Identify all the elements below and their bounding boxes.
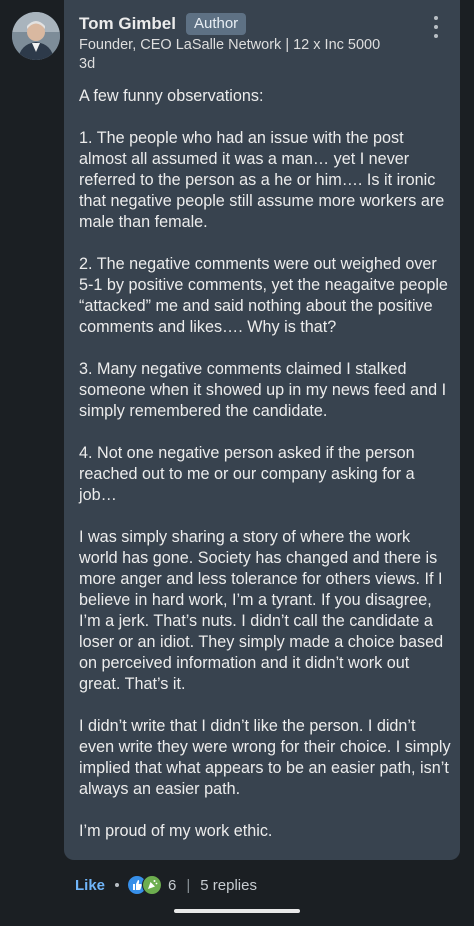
more-vertical-icon[interactable] <box>428 16 444 38</box>
avatar[interactable] <box>12 12 60 60</box>
comment-paragraph: 2. The negative comments were out weighe… <box>79 255 448 336</box>
comment-card: Tom Gimbel Author Founder, CEO LaSalle N… <box>64 0 460 860</box>
reaction-count: 6 <box>168 876 177 894</box>
author-name[interactable]: Tom Gimbel <box>79 14 176 34</box>
comment-paragraph: 3. Many negative comments claimed I stal… <box>79 360 447 420</box>
comment-screen: Tom Gimbel Author Founder, CEO LaSalle N… <box>0 0 474 926</box>
home-indicator[interactable] <box>174 909 300 913</box>
like-button[interactable]: Like <box>75 877 105 894</box>
comment-body: A few funny observations: 1. The people … <box>79 86 451 863</box>
author-headline: Founder, CEO LaSalle Network | 12 x Inc … <box>79 37 381 53</box>
comment-paragraph: I was simply sharing a story of where th… <box>79 528 444 693</box>
action-separator: | <box>186 876 191 894</box>
dot-separator <box>115 883 120 887</box>
comment-paragraph: 4. Not one negative person asked if the … <box>79 444 415 504</box>
reactions-summary[interactable]: 6 <box>127 875 176 895</box>
comment-actions: Like 6 | 5 replies <box>75 875 257 895</box>
celebrate-icon <box>142 875 163 895</box>
comment-paragraph: A few funny observations: <box>79 87 264 105</box>
author-row: Tom Gimbel Author <box>79 13 247 35</box>
comment-timestamp: 3d <box>79 56 96 72</box>
author-badge: Author <box>185 13 247 35</box>
replies-link[interactable]: 5 replies <box>200 877 257 894</box>
comment-paragraph: I didn’t write that I didn’t like the pe… <box>79 717 451 798</box>
comment-paragraph: I’m proud of my work ethic. <box>79 822 273 840</box>
comment-paragraph: 1. The people who had an issue with the … <box>79 129 445 231</box>
